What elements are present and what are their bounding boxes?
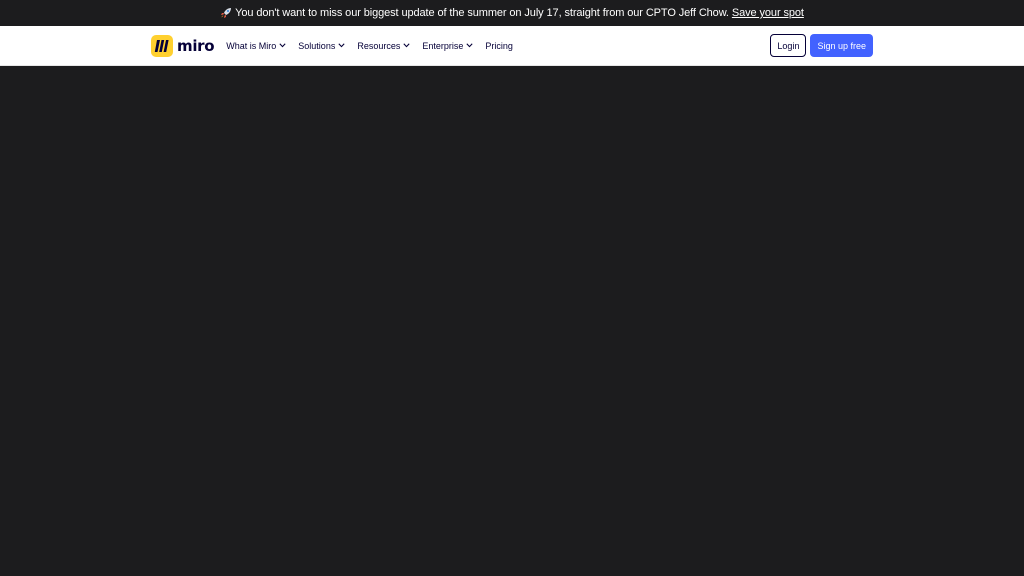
chevron-down-icon	[279, 43, 286, 48]
menu-item-label: Enterprise	[422, 40, 464, 51]
announcement-message: You don't want to miss our biggest updat…	[235, 7, 729, 19]
main-content-area	[0, 66, 1024, 576]
save-your-spot-link[interactable]: Save your spot	[732, 7, 804, 19]
menu-item-label: What is Miro	[226, 40, 277, 51]
menu-item-solutions[interactable]: Solutions	[298, 41, 345, 51]
navbar-inner: miro What is Miro Solutions Resources En…	[151, 26, 873, 65]
chevron-down-icon	[403, 43, 410, 48]
menu-item-label: Resources	[357, 40, 401, 51]
chevron-down-icon	[338, 43, 345, 48]
menu-item-pricing[interactable]: Pricing	[485, 41, 513, 51]
miro-logo-text: miro	[177, 36, 215, 55]
menu-item-what-is-miro[interactable]: What is Miro	[226, 41, 286, 51]
miro-logo-icon	[151, 34, 173, 57]
menu-item-enterprise[interactable]: Enterprise	[422, 41, 473, 51]
sign-up-free-button[interactable]: Sign up free	[810, 34, 873, 57]
menu-item-resources[interactable]: Resources	[357, 41, 410, 51]
menu-item-label: Pricing	[485, 40, 513, 51]
announcement-bar: You don't want to miss our biggest updat…	[0, 0, 1024, 26]
top-navbar: miro What is Miro Solutions Resources En…	[0, 26, 1024, 66]
login-button[interactable]: Login	[770, 34, 807, 57]
chevron-down-icon	[466, 43, 473, 48]
menu-item-label: Solutions	[298, 40, 336, 51]
rocket-icon	[220, 7, 232, 19]
miro-logo[interactable]: miro	[151, 34, 215, 57]
main-menu: What is Miro Solutions Resources Enterpr…	[226, 41, 525, 51]
